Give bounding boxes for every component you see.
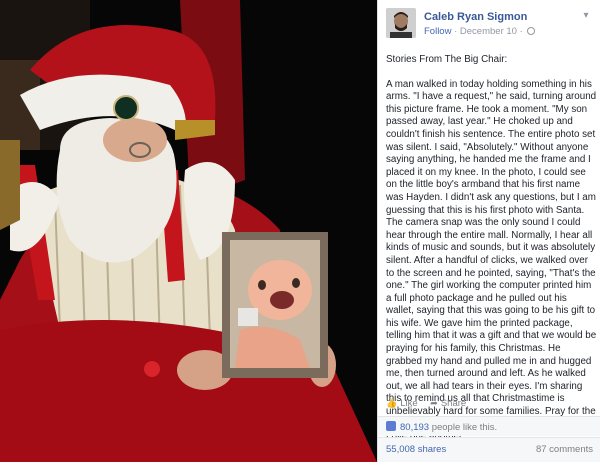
author-name[interactable]: Caleb Ryan Sigmon <box>424 11 527 23</box>
likes-suffix: people like this. <box>431 422 498 433</box>
facebook-post-panel: Caleb Ryan Sigmon Follow · December 10 ·… <box>377 0 600 462</box>
post-story-text: A man walked in today holding something … <box>386 78 597 443</box>
globe-icon <box>527 27 536 35</box>
author-avatar[interactable] <box>386 8 416 38</box>
post-heading: Stories From The Big Chair: <box>386 54 508 65</box>
like-button[interactable]: 👍 Like <box>386 398 418 409</box>
share-arrow-icon: ➦ <box>430 398 438 408</box>
post-photo[interactable] <box>0 0 377 462</box>
follow-link[interactable]: Follow <box>424 26 451 37</box>
santa-photo-image <box>0 0 377 462</box>
like-badge-icon <box>386 421 396 431</box>
post-header: Caleb Ryan Sigmon Follow · December 10 ·… <box>386 8 592 40</box>
post-date[interactable]: December 10 <box>460 26 517 37</box>
shares-count[interactable]: 55,008 shares <box>386 444 446 455</box>
post-meta: Follow · December 10 · <box>424 26 536 37</box>
like-label: Like <box>400 398 418 409</box>
post-body: Stories From The Big Chair: A man walked… <box>386 54 597 444</box>
likes-count[interactable]: 80,193 <box>400 422 429 433</box>
comments-count[interactable]: 87 comments <box>536 444 593 455</box>
thumbs-up-icon: 👍 <box>386 398 398 408</box>
likes-summary: 80,193 people like this. <box>378 416 600 436</box>
engagement-stats: 55,008 shares 87 comments <box>378 437 600 462</box>
post-actions: 👍 Like ➦ Share <box>386 398 593 412</box>
meta-separator-2: · <box>519 26 523 37</box>
share-button[interactable]: ➦ Share <box>430 398 466 409</box>
share-label: Share <box>440 398 467 409</box>
meta-separator: · <box>454 26 458 37</box>
chevron-down-icon[interactable]: ▾ <box>580 10 592 22</box>
